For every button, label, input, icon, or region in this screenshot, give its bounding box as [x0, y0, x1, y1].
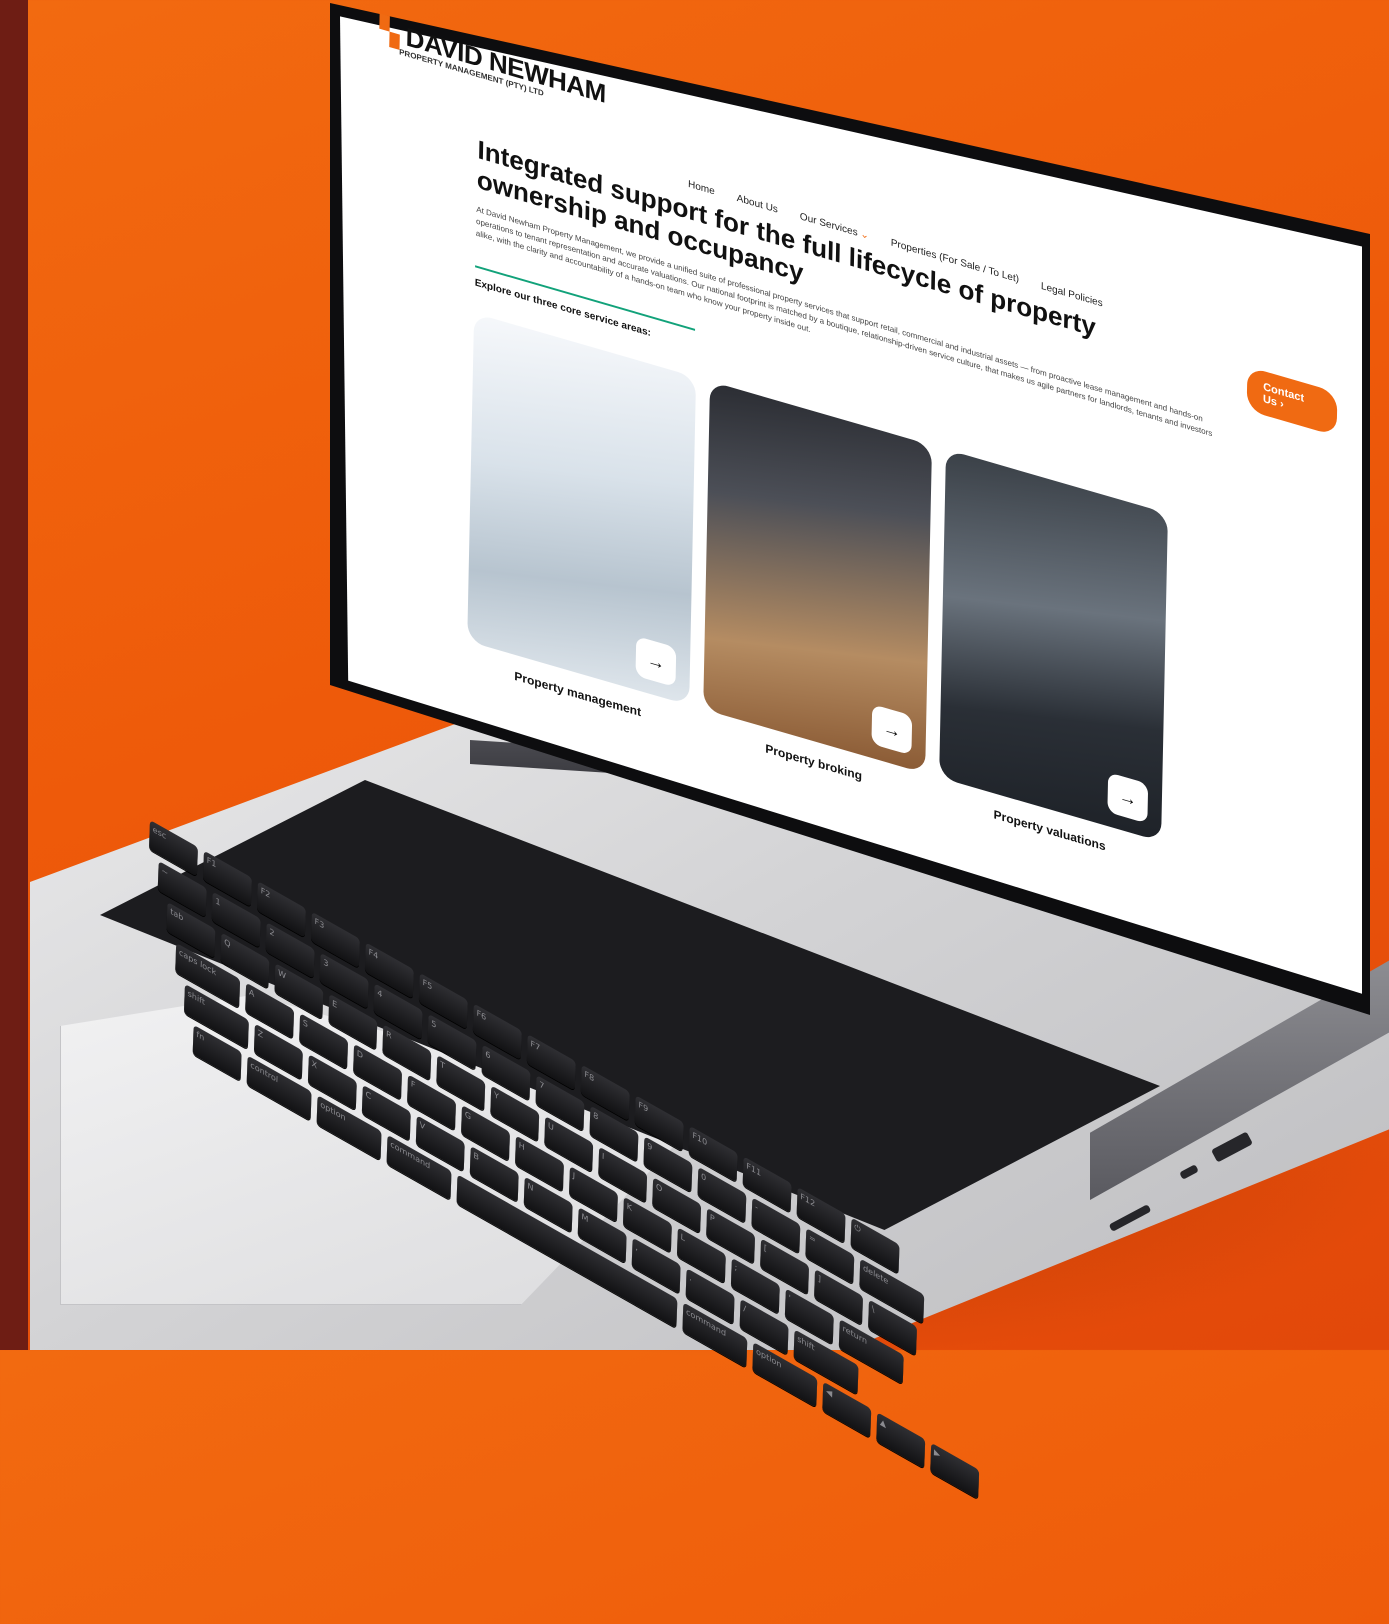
office-interior-photo: → — [703, 381, 933, 774]
chevron-down-icon: ⌄ — [860, 228, 869, 242]
service-card-broking[interactable]: → Property broking — [703, 381, 933, 801]
retail-mall-photo: → — [467, 313, 697, 706]
side-strip — [0, 0, 28, 1350]
brand-logo[interactable]: ▚ DAVID NEWHAM — [379, 14, 606, 110]
chevron-right-icon: › — [1279, 397, 1284, 411]
service-card-management[interactable]: → Property management — [467, 313, 697, 733]
service-card-valuations[interactable]: → Property valuations — [939, 449, 1168, 869]
arrow-right-icon[interactable]: → — [1107, 772, 1149, 824]
arrow-right-icon[interactable]: → — [635, 635, 677, 688]
business-men-photo: → — [939, 449, 1168, 842]
nav-item-home[interactable]: Home — [688, 179, 715, 198]
contact-us-button[interactable]: Contact Us › — [1246, 366, 1338, 437]
logo-mark-icon: ▚ — [379, 13, 400, 50]
arrow-right-icon[interactable]: → — [871, 704, 913, 756]
